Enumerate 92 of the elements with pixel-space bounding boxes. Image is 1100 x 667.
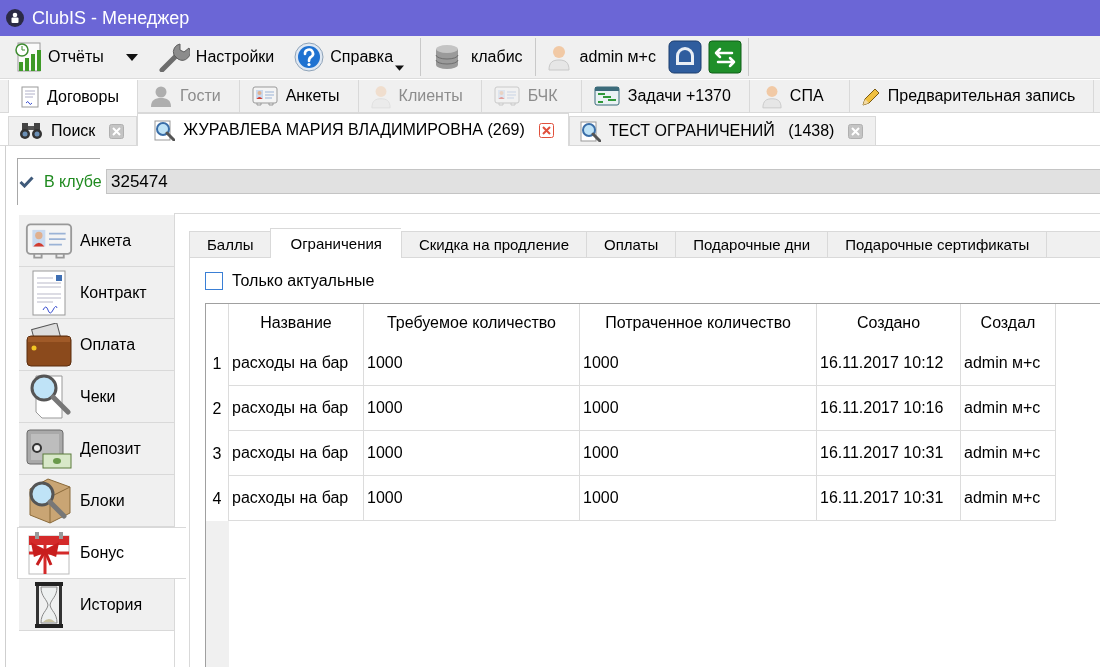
binoculars-icon	[19, 122, 43, 140]
database-icon	[433, 43, 462, 71]
lock-icon[interactable]	[667, 40, 702, 74]
table-cell: 1000	[580, 476, 817, 521]
toolbar-button[interactable]: Настройки	[153, 38, 279, 76]
check-icon	[19, 176, 34, 188]
table-cell: 1000	[364, 476, 580, 521]
nav-item[interactable]: История	[19, 579, 174, 631]
table-cell: 16.11.2017 10:16	[817, 386, 961, 431]
sub-tab[interactable]: Оплаты	[586, 231, 676, 257]
table-cell: 16.11.2017 10:31	[817, 476, 961, 521]
checkbox[interactable]	[205, 272, 223, 290]
sub-tab[interactable]: Подарочные сертификаты	[827, 231, 1047, 257]
search-icon	[154, 119, 176, 141]
caret-icon	[125, 53, 138, 61]
wallet-icon	[25, 322, 73, 367]
column-header: Потраченное количество	[580, 304, 817, 341]
sub-tab[interactable]: Скидка на продление	[400, 231, 586, 257]
card-number-field[interactable]: 325474	[106, 169, 1100, 194]
row-number: 1	[206, 341, 229, 386]
nav-item[interactable]: Чеки	[19, 371, 174, 423]
app-logo-icon	[6, 9, 24, 27]
gift-icon	[27, 531, 71, 575]
nav-item[interactable]: Оплата	[19, 319, 174, 371]
table-cell: расходы на бар	[229, 386, 364, 431]
table-cell: 1000	[364, 431, 580, 476]
close-icon[interactable]	[109, 123, 125, 139]
person-icon	[370, 83, 391, 109]
close-icon[interactable]	[538, 122, 554, 138]
document-tab[interactable]: ТЕСТ ОГРАНИЧЕНИЙ (1438)	[568, 116, 877, 145]
nav-item[interactable]: Контракт	[19, 267, 174, 319]
module-tab[interactable]: Предварительная запись	[849, 80, 1095, 112]
nav-item[interactable]: Блоки	[19, 475, 174, 527]
table-cell: расходы на бар	[229, 431, 364, 476]
table-cell: 1000	[364, 341, 580, 386]
caret-icon	[395, 65, 405, 71]
document-tab[interactable]: Поиск	[8, 116, 138, 145]
box-icon	[26, 476, 72, 525]
chart-icon	[593, 86, 620, 106]
toolbar-label: admin м+с	[579, 48, 656, 66]
row-number: 2	[206, 386, 229, 431]
column-header: Создано	[817, 304, 961, 341]
module-tab[interactable]: СПА	[749, 80, 850, 112]
help-icon	[294, 42, 325, 72]
table-cell: 1000	[580, 431, 817, 476]
table-cell: расходы на бар	[229, 341, 364, 386]
nav-item[interactable]: Бонус	[17, 527, 186, 579]
checkbox-label: Только актуальные	[232, 272, 375, 290]
toolbar-label: клабис	[471, 48, 523, 66]
person-icon	[761, 83, 782, 109]
sub-tab[interactable]: Баллы	[189, 231, 271, 257]
hourglass-icon	[33, 580, 65, 629]
sub-tab[interactable]: Подарочные дни	[675, 231, 828, 257]
document-tab[interactable]: ЖУРАВЛЕВА МАРИЯ ВЛАДИМИРОВНА (269)	[137, 113, 569, 146]
safe-icon	[25, 427, 73, 470]
table-cell: admin м+с	[961, 341, 1056, 386]
row-number: 3	[206, 431, 229, 476]
table-cell: 16.11.2017 10:12	[817, 341, 961, 386]
table-cell: admin м+с	[961, 386, 1056, 431]
window-title: ClubIS - Менеджер	[32, 7, 190, 29]
module-tab[interactable]: Задачи +1370	[581, 80, 750, 112]
arrows-icon[interactable]	[707, 40, 742, 74]
wrench-icon	[157, 42, 190, 72]
nav-item[interactable]: Анкета	[19, 215, 174, 267]
id-card-icon	[493, 86, 520, 106]
column-header: Создал	[961, 304, 1056, 341]
column-header: Название	[229, 304, 364, 341]
module-tab[interactable]: Анкеты	[239, 80, 359, 112]
module-tab[interactable]: Договоры	[8, 80, 138, 113]
id-card-icon	[251, 86, 278, 106]
column-header: Требуемое количество	[364, 304, 580, 341]
id-card-icon	[25, 220, 73, 261]
table-cell: 1000	[580, 341, 817, 386]
report-icon	[14, 42, 42, 72]
table-cell: 16.11.2017 10:31	[817, 431, 961, 476]
pencil-icon	[861, 86, 880, 106]
toolbar-button[interactable]: Отчёты	[10, 38, 108, 76]
table-cell: admin м+с	[961, 476, 1056, 521]
document-icon	[32, 269, 66, 316]
person-icon	[149, 85, 172, 107]
close-icon[interactable]	[848, 123, 864, 139]
sub-tab[interactable]: Ограничения	[270, 228, 401, 258]
table-cell: admin м+с	[961, 431, 1056, 476]
table-cell: расходы на бар	[229, 476, 364, 521]
search-icon	[579, 120, 601, 142]
table-cell: 1000	[364, 386, 580, 431]
table-cell: 1000	[580, 386, 817, 431]
nav-item[interactable]: Депозит	[19, 423, 174, 475]
status-label: В клубе	[44, 173, 102, 191]
toolbar-button[interactable]: Справка	[290, 38, 409, 76]
document-icon	[21, 85, 39, 108]
user-icon	[547, 43, 570, 71]
